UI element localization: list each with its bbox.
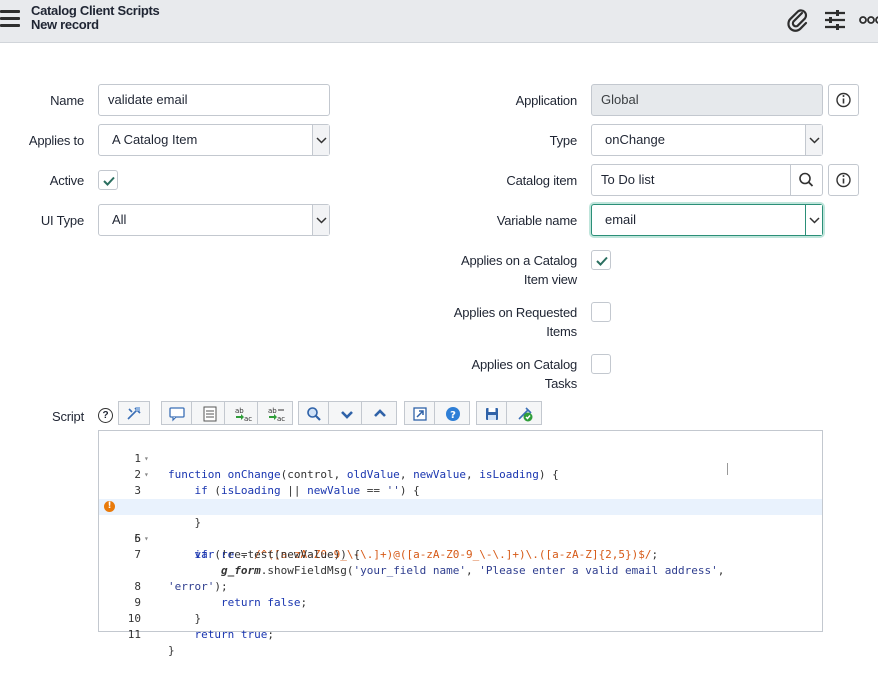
svg-text:?: ? [450, 410, 456, 421]
script-editor[interactable]: 1 ▾ function onChange(control, oldValue, … [98, 430, 823, 657]
save-icon[interactable] [477, 402, 507, 424]
code-line: 2 ▾ if (isLoading || newValue == '') { [134, 468, 420, 497]
active-checkbox[interactable] [98, 170, 118, 190]
applies-catalog-view-checkbox[interactable] [591, 250, 611, 270]
ui-type-value: All [112, 212, 127, 227]
code-line: 9 } [134, 596, 202, 625]
search-icon[interactable] [299, 402, 329, 424]
format-code-icon[interactable] [119, 402, 149, 424]
chevron-up-icon[interactable] [365, 402, 395, 424]
application-label: Application [515, 93, 578, 108]
search-icon [799, 172, 814, 187]
svg-text:ab: ab [235, 407, 244, 415]
text-cursor-icon [727, 463, 728, 475]
paperclip-icon[interactable] [785, 7, 811, 33]
code-line: 6 ▾ if (!re.test(newValue)) { [134, 532, 361, 561]
type-value: onChange [605, 132, 665, 147]
code-line: 8 return false; [134, 580, 308, 609]
applies-tasks-label-line1: Applies on Catalog [471, 357, 577, 372]
active-label: Active [49, 173, 84, 188]
code-line-highlighted: ! 5 var re = /^([a-zA-Z0-9_\-\.]+)@([a-z… [99, 499, 822, 561]
type-label: Type [549, 133, 578, 148]
sliders-icon[interactable] [822, 7, 848, 33]
script-label: Script [51, 409, 84, 424]
svg-text:ac: ac [277, 415, 285, 423]
catalog-item-info-button[interactable] [828, 164, 859, 196]
info-icon [836, 92, 851, 108]
chevron-down-icon [805, 205, 822, 235]
applies-to-select[interactable]: A Catalog Item [98, 124, 330, 156]
svg-text:ac: ac [244, 415, 252, 423]
chevron-down-icon [312, 205, 329, 235]
menu-icon[interactable] [0, 10, 22, 28]
code-line: 7 g_form.showFieldMsg('your_field name',… [134, 548, 725, 577]
applies-to-label: Applies to [28, 133, 84, 148]
applies-to-value: A Catalog Item [112, 132, 198, 147]
fullscreen-icon[interactable] [405, 402, 435, 424]
warning-icon[interactable]: ! [104, 501, 115, 512]
info-icon [836, 172, 851, 188]
application-field: Global [591, 84, 823, 116]
code-line: 1 ▾ function onChange(control, oldValue, … [134, 452, 559, 481]
code-line: 3 return; [134, 484, 267, 513]
toolbar-format-group [118, 401, 150, 425]
name-field[interactable]: validate email [98, 84, 330, 116]
toolbar-view-group: ? [404, 401, 470, 425]
variable-name-value: email [605, 212, 637, 227]
comment-icon[interactable] [162, 402, 192, 424]
chevron-down-icon [805, 125, 822, 155]
toolbar-edit-group: ab ac ab ac [161, 401, 293, 425]
help-icon[interactable]: ? [98, 408, 113, 423]
ui-type-select[interactable]: All [98, 204, 330, 236]
replace-all-icon[interactable]: ab ac [261, 402, 291, 424]
check-syntax-icon[interactable] [510, 402, 540, 424]
variable-name-select[interactable]: email [591, 204, 823, 236]
applies-requested-label-line2: Items [546, 324, 577, 339]
svg-text:ab: ab [268, 407, 277, 415]
more-icon[interactable] [858, 7, 878, 33]
applies-catalog-view-label-line1: Applies on a Catalog [461, 253, 577, 268]
record-header: Catalog Client Scripts New record [0, 0, 878, 43]
checkmark-icon [596, 256, 608, 266]
applies-requested-checkbox[interactable] [591, 302, 611, 322]
catalog-item-field[interactable]: To Do list [591, 164, 791, 196]
variable-name-label: Variable name [496, 213, 577, 228]
code-line: 4 } [134, 500, 202, 529]
code-line: 'error'); [168, 580, 228, 593]
toolbar-save-group [476, 401, 542, 425]
replace-icon[interactable]: ab ac [228, 402, 258, 424]
chevron-down-icon [312, 125, 329, 155]
chevron-down-icon[interactable] [332, 402, 362, 424]
list-icon[interactable] [195, 402, 225, 424]
help-icon[interactable]: ? [438, 402, 468, 424]
page-subtitle: New record [31, 17, 99, 32]
name-label: Name [50, 93, 84, 108]
code-line: 10 return true; [127, 612, 274, 641]
applies-requested-label-line1: Applies on Requested [453, 305, 577, 320]
code-line: 11 } [127, 628, 175, 657]
applies-tasks-label-line2: Tasks [544, 376, 577, 391]
checkmark-icon [103, 176, 115, 186]
applies-tasks-checkbox[interactable] [591, 354, 611, 374]
page-title: Catalog Client Scripts [31, 3, 160, 18]
catalog-item-label: Catalog item [506, 173, 577, 188]
catalog-item-lookup-button[interactable] [790, 164, 823, 196]
application-info-button[interactable] [828, 84, 859, 116]
type-select[interactable]: onChange [591, 124, 823, 156]
toolbar-search-group [298, 401, 397, 425]
applies-catalog-view-label-line2: Item view [523, 272, 577, 287]
ui-type-label: UI Type [40, 213, 84, 228]
